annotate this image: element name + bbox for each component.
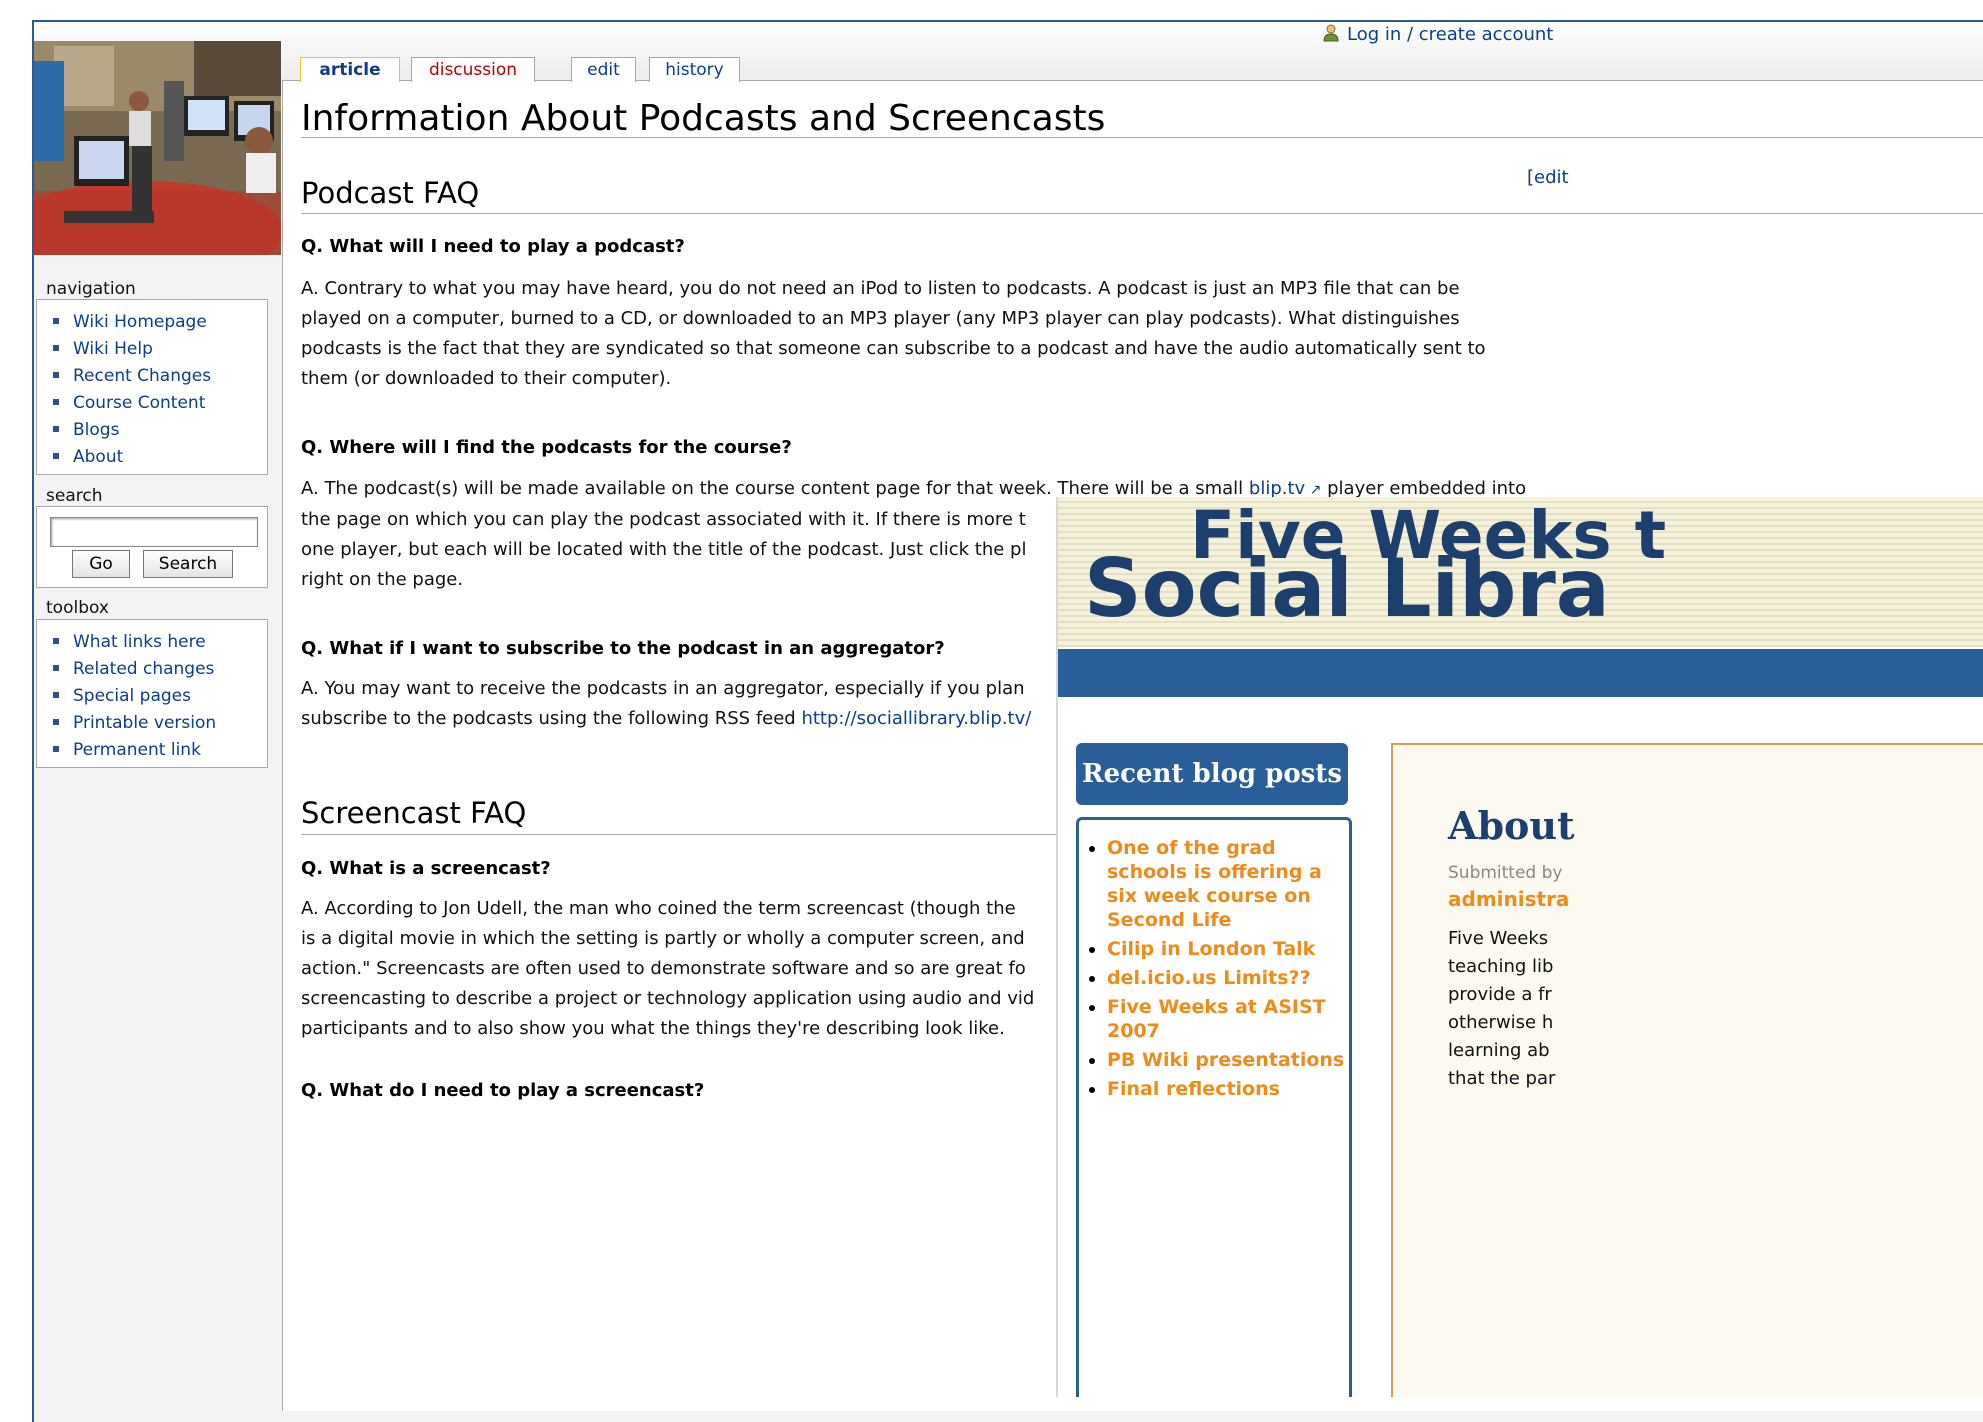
- site-nav-bar: [1058, 649, 1983, 697]
- nav-label: Recent Changes: [73, 366, 212, 386]
- bliptv-link[interactable]: blip.tv: [1249, 478, 1305, 499]
- page-title: Information About Podcasts and Screencas…: [301, 98, 1106, 139]
- user-icon: [1323, 24, 1339, 42]
- question-2: Q. Where will I find the podcasts for th…: [301, 437, 792, 458]
- answer-1: A. Contrary to what you may have heard, …: [301, 274, 1983, 394]
- about-body: Five Weeks teaching lib provide a fr oth…: [1448, 925, 1948, 1093]
- about-line: provide a fr: [1448, 984, 1552, 1005]
- toolbox-label: Related changes: [73, 659, 215, 679]
- nav-item-recent-changes[interactable]: Recent Changes: [53, 364, 267, 391]
- site-logo[interactable]: [34, 41, 281, 255]
- nav-label: Wiki Help: [73, 339, 153, 359]
- toolbox-label: Permanent link: [73, 740, 201, 760]
- five-weeks-site-overlay: Five Weeks t Social Libra Recent blog po…: [1056, 497, 1983, 1397]
- nav-label: Course Content: [73, 393, 206, 413]
- bullet-icon: [53, 453, 59, 459]
- external-link-icon: ↗: [1305, 482, 1322, 498]
- recent-post-link[interactable]: One of the grad schools is offering a si…: [1107, 836, 1349, 932]
- submitted-by: Submitted by: [1448, 863, 1563, 883]
- about-heading: About: [1448, 803, 1575, 848]
- bullet-icon: [53, 692, 59, 698]
- author-link[interactable]: administra: [1448, 887, 1569, 911]
- library-photo: [34, 41, 281, 255]
- tab-baseline: [282, 80, 1983, 81]
- answer-3-text: subscribe to the podcasts using the foll…: [301, 708, 802, 729]
- answer-1-line: podcasts is the fact that they are syndi…: [301, 338, 1486, 359]
- login-link[interactable]: Log in / create account: [1323, 24, 1553, 45]
- nav-item-about[interactable]: About: [53, 445, 267, 472]
- answer-1-line: them (or downloaded to their computer).: [301, 368, 672, 389]
- nav-item-course-content[interactable]: Course Content: [53, 391, 267, 418]
- screencast-faq-heading: Screencast FAQ: [301, 796, 527, 830]
- about-line: learning ab: [1448, 1040, 1550, 1061]
- bullet-icon: [53, 372, 59, 378]
- recent-post-link[interactable]: PB Wiki presentations: [1107, 1048, 1349, 1072]
- bullet-icon: [53, 719, 59, 725]
- question-4: Q. What is a screencast?: [301, 858, 551, 879]
- toolbox-label: What links here: [73, 632, 206, 652]
- toolbox-label: Special pages: [73, 686, 191, 706]
- site-title-line-2: Social Libra: [1084, 542, 1610, 635]
- answer-2-text: player embedded into: [1321, 478, 1527, 499]
- answer-1-line: A. Contrary to what you may have heard, …: [301, 278, 1460, 299]
- search-input[interactable]: [50, 517, 258, 547]
- answer-2-text: A. The podcast(s) will be made available…: [301, 478, 1249, 499]
- nav-label: Wiki Homepage: [73, 312, 207, 332]
- login-label: Log in / create account: [1347, 24, 1554, 45]
- title-divider: [301, 137, 1983, 138]
- bullet-icon: [53, 318, 59, 324]
- search-title: search: [46, 486, 103, 506]
- toolbox-label: Printable version: [73, 713, 217, 733]
- recent-post-link[interactable]: Final reflections: [1107, 1077, 1349, 1101]
- recent-post-link[interactable]: del.icio.us Limits??: [1107, 966, 1349, 990]
- bullet-icon: [53, 399, 59, 405]
- section-edit-link[interactable]: [edit: [1527, 167, 1569, 188]
- tab-history[interactable]: history: [649, 57, 740, 82]
- question-1: Q. What will I need to play a podcast?: [301, 236, 685, 257]
- go-button[interactable]: Go: [72, 550, 130, 578]
- question-5: Q. What do I need to play a screencast?: [301, 1080, 705, 1101]
- about-line: teaching lib: [1448, 956, 1554, 977]
- section-divider: [301, 213, 1983, 214]
- toolbox-item-related-changes[interactable]: Related changes: [53, 657, 267, 684]
- bullet-icon: [53, 345, 59, 351]
- recent-post-link[interactable]: Cilip in London Talk: [1107, 937, 1349, 961]
- about-line: otherwise h: [1448, 1012, 1554, 1033]
- navigation-title: navigation: [46, 279, 136, 299]
- toolbox-portlet: What links here Related changes Special …: [36, 619, 268, 768]
- tab-article[interactable]: article: [300, 57, 400, 82]
- recent-post-link[interactable]: Five Weeks at ASIST 2007: [1107, 995, 1349, 1043]
- nav-label: About: [73, 447, 124, 467]
- rss-feed-link[interactable]: http://sociallibrary.blip.tv/: [801, 708, 1031, 729]
- nav-item-wiki-help[interactable]: Wiki Help: [53, 337, 267, 364]
- toolbox-item-permanent-link[interactable]: Permanent link: [53, 738, 267, 765]
- bullet-icon: [53, 638, 59, 644]
- answer-1-line: played on a computer, burned to a CD, or…: [301, 308, 1460, 329]
- bullet-icon: [53, 665, 59, 671]
- recent-posts-box: One of the grad schools is offering a si…: [1076, 817, 1352, 1397]
- question-3: Q. What if I want to subscribe to the po…: [301, 638, 945, 659]
- bullet-icon: [53, 426, 59, 432]
- toolbox-item-printable-version[interactable]: Printable version: [53, 711, 267, 738]
- toolbox-title: toolbox: [46, 598, 109, 618]
- search-button[interactable]: Search: [143, 550, 233, 578]
- nav-label: Blogs: [73, 420, 120, 440]
- tab-edit[interactable]: edit: [571, 57, 636, 82]
- bullet-icon: [53, 746, 59, 752]
- nav-item-wiki-homepage[interactable]: Wiki Homepage: [53, 310, 267, 337]
- navigation-portlet: Wiki Homepage Wiki Help Recent Changes C…: [36, 299, 268, 475]
- toolbox-item-special-pages[interactable]: Special pages: [53, 684, 267, 711]
- recent-posts-heading: Recent blog posts: [1076, 743, 1348, 805]
- about-line: Five Weeks: [1448, 928, 1549, 949]
- about-line: that the par: [1448, 1068, 1556, 1089]
- tab-discussion[interactable]: discussion: [411, 57, 535, 82]
- toolbox-item-what-links-here[interactable]: What links here: [53, 630, 267, 657]
- nav-item-blogs[interactable]: Blogs: [53, 418, 267, 445]
- podcast-faq-heading: Podcast FAQ: [301, 176, 480, 210]
